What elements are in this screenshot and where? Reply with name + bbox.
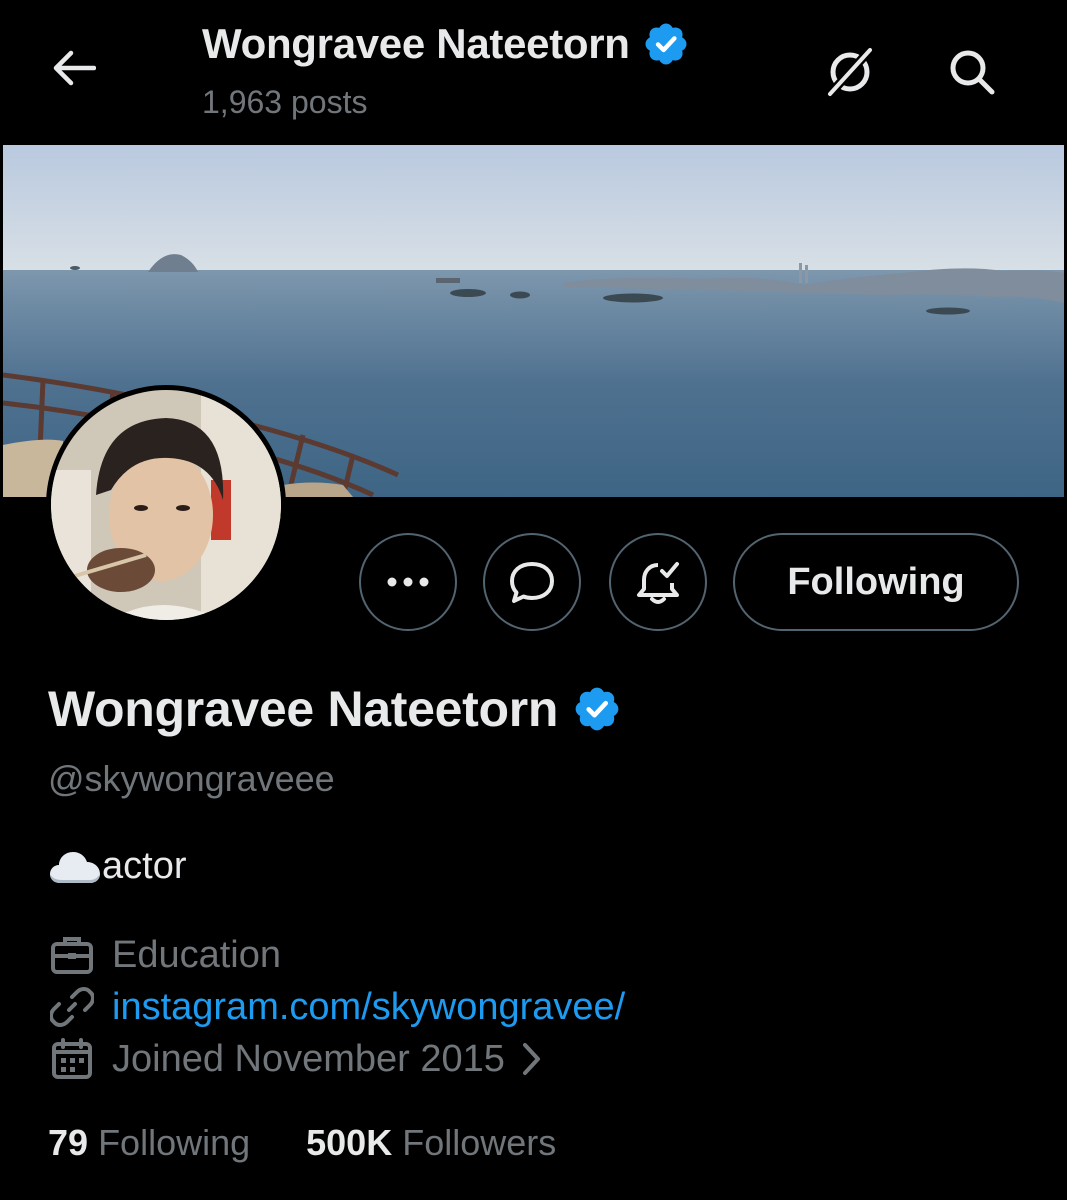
profile-avatar[interactable] bbox=[46, 385, 286, 625]
arrow-left-icon bbox=[53, 50, 96, 86]
following-button[interactable]: Following bbox=[733, 533, 1019, 631]
followers-count: 500K bbox=[306, 1122, 393, 1163]
grok-icon bbox=[826, 46, 874, 98]
profession-text: Education bbox=[112, 933, 282, 976]
post-count: 1,963 posts bbox=[202, 84, 368, 120]
display-name-group: Wongravee Nateetorn bbox=[48, 680, 622, 738]
website-row: instagram.com/skywongravee/ bbox=[48, 983, 625, 1031]
following-stat[interactable]: 79 Following bbox=[48, 1122, 250, 1164]
briefcase-icon bbox=[48, 931, 96, 979]
joined-row[interactable]: Joined November 2015 bbox=[48, 1035, 543, 1083]
website-link[interactable]: instagram.com/skywongravee/ bbox=[112, 986, 625, 1029]
verified-badge-icon bbox=[645, 23, 687, 65]
message-button[interactable] bbox=[483, 533, 581, 631]
header-title: Wongravee Nateetorn bbox=[202, 20, 630, 67]
followers-stat[interactable]: 500K Followers bbox=[306, 1122, 556, 1164]
grok-button[interactable] bbox=[818, 40, 882, 104]
verified-badge-icon[interactable] bbox=[572, 684, 622, 734]
chevron-right-icon bbox=[522, 1043, 540, 1075]
header-title-group: Wongravee Nateetorn bbox=[202, 20, 690, 68]
notifications-button[interactable] bbox=[609, 533, 707, 631]
avatar-image bbox=[51, 390, 281, 620]
search-icon bbox=[950, 50, 995, 95]
followers-label: Followers bbox=[402, 1122, 557, 1163]
calendar-icon bbox=[48, 1035, 96, 1083]
message-bubble-icon bbox=[510, 562, 554, 603]
bio-text: actor bbox=[102, 845, 187, 887]
user-handle: @skywongraveee bbox=[48, 758, 335, 799]
profile-page: Wongravee Nateetorn 1,963 posts Followin… bbox=[0, 0, 1067, 1200]
bio: actor bbox=[48, 845, 186, 888]
back-button[interactable] bbox=[46, 40, 102, 96]
cloud-emoji bbox=[50, 851, 100, 883]
more-dots-icon bbox=[387, 577, 429, 587]
search-button[interactable] bbox=[940, 40, 1004, 104]
more-options-button[interactable] bbox=[359, 533, 457, 631]
follow-stats: 79 Following 500K Followers bbox=[48, 1122, 556, 1164]
profession-row: Education bbox=[48, 931, 281, 979]
following-label: Following bbox=[98, 1122, 251, 1163]
link-icon bbox=[48, 983, 96, 1031]
following-count: 79 bbox=[48, 1122, 89, 1163]
bell-check-icon bbox=[637, 562, 679, 604]
display-name: Wongravee Nateetorn bbox=[48, 681, 559, 737]
joined-text: Joined November 2015 bbox=[112, 1037, 505, 1080]
